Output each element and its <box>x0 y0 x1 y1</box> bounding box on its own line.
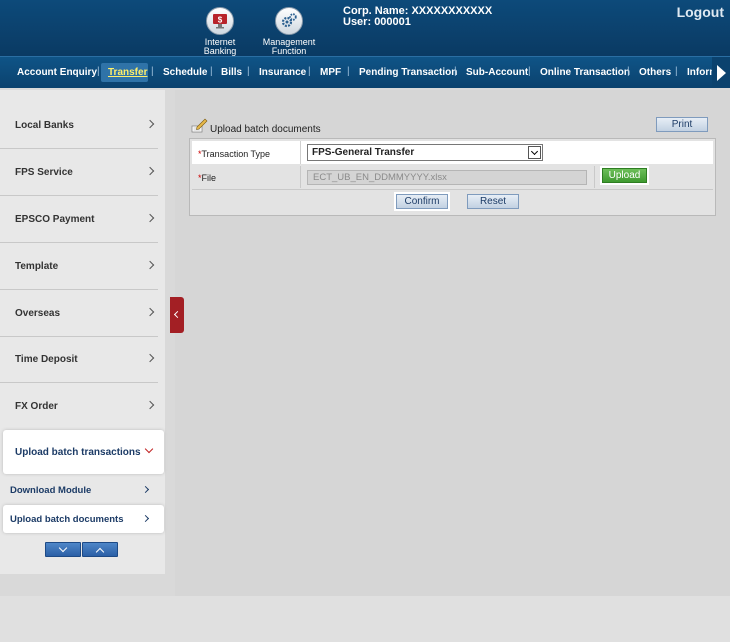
upload-form: *Transaction Type FPS-General Transfer *… <box>189 138 716 216</box>
row-divider <box>192 189 713 190</box>
scroll-down-button[interactable] <box>45 542 81 557</box>
chevron-up-icon <box>95 547 105 557</box>
chevron-right-icon <box>145 119 155 129</box>
sidebar-item-local-banks[interactable]: Local Banks <box>0 102 158 149</box>
sidebar-pager <box>45 542 119 557</box>
chevron-right-icon <box>145 353 155 363</box>
nav-insurance[interactable]: Insurance <box>259 67 306 78</box>
corp-value: XXXXXXXXXXX <box>411 5 493 17</box>
main-nav: Account Enquiry | Transfer | Schedule | … <box>0 56 730 88</box>
sidebar-subitem-upload-batch-documents[interactable]: Upload batch documents <box>3 505 164 533</box>
nav-separator: | <box>347 66 350 77</box>
sidebar-item-label: FX Order <box>15 401 58 412</box>
sidebar-item-label: Upload batch transactions <box>15 446 141 458</box>
upload-button[interactable]: Upload <box>602 168 647 183</box>
user-value: 000001 <box>374 16 411 28</box>
sidebar-item-template[interactable]: Template <box>0 243 158 290</box>
logout-link[interactable]: Logout <box>677 4 724 20</box>
chevron-down-icon <box>144 444 154 454</box>
chevron-right-icon <box>145 166 155 176</box>
nav-separator: | <box>247 66 250 77</box>
file-label: *File <box>198 173 216 183</box>
nav-separator: | <box>151 66 154 77</box>
user-info: Corp. Name: XXXXXXXXXXX User: 000001 <box>343 6 492 28</box>
file-input[interactable]: ECT_UB_EN_DDMMYYYY.xlsx <box>307 170 587 185</box>
sidebar-item-label: EPSCO Payment <box>15 213 95 225</box>
reset-button[interactable]: Reset <box>467 194 519 209</box>
confirm-button[interactable]: Confirm <box>396 194 448 209</box>
internet-banking-button[interactable]: $ Internet Banking <box>190 7 250 56</box>
monitor-dollar-icon: $ <box>206 7 234 35</box>
sidebar-collapse-tab[interactable] <box>170 297 184 333</box>
nav-online-transaction[interactable]: Online Transaction <box>540 67 630 78</box>
management-function-label-2: Function <box>271 46 307 56</box>
svg-text:$: $ <box>218 16 223 25</box>
transaction-type-value: FPS-General Transfer <box>312 147 415 158</box>
nav-separator: | <box>210 66 213 77</box>
print-button[interactable]: Print <box>656 117 708 132</box>
scroll-up-button[interactable] <box>82 542 118 557</box>
sidebar-item-time-deposit[interactable]: Time Deposit <box>0 336 158 383</box>
nav-separator: | <box>675 66 678 77</box>
nav-account-enquiry[interactable]: Account Enquiry <box>17 67 97 78</box>
management-function-button[interactable]: Management Function <box>259 7 319 56</box>
gears-icon <box>275 7 303 35</box>
sidebar-item-upload-batch-transactions[interactable]: Upload batch transactions <box>3 430 164 474</box>
nav-pending-transaction[interactable]: Pending Transaction <box>359 67 457 78</box>
chevron-right-icon <box>145 400 155 410</box>
nav-sub-account[interactable]: Sub-Account <box>466 67 528 78</box>
chevron-right-icon <box>145 307 155 317</box>
arrow-right-icon <box>717 65 726 81</box>
field-divider <box>300 141 301 164</box>
sidebar-item-label: Overseas <box>15 307 61 319</box>
top-header: $ Internet Banking Management Function C… <box>0 0 730 56</box>
nav-separator: | <box>97 66 100 77</box>
main-content: Upload batch documents Print *Transactio… <box>175 90 730 596</box>
sidebar-subitem-label: Download Module <box>10 484 92 496</box>
nav-others[interactable]: Others <box>639 67 671 78</box>
sidebar-item-label: FPS Service <box>15 166 73 178</box>
page-title: Upload batch documents <box>210 124 321 135</box>
field-divider <box>300 166 301 188</box>
nav-scroll-right[interactable] <box>712 57 730 88</box>
chevron-down-icon <box>58 543 68 553</box>
page-footer-area <box>0 596 730 642</box>
nav-transfer[interactable]: Transfer <box>108 67 147 78</box>
sidebar-item-label: Template <box>15 260 59 272</box>
sidebar-item-overseas[interactable]: Overseas <box>0 290 158 337</box>
chevron-right-icon <box>145 260 155 270</box>
chevron-left-icon <box>173 310 182 319</box>
nav-separator: | <box>454 66 457 77</box>
chevron-down-icon <box>528 146 541 159</box>
chevron-right-icon <box>141 485 150 494</box>
sidebar-item-fx-order[interactable]: FX Order <box>0 383 158 430</box>
chevron-right-icon <box>145 213 155 223</box>
sidebar-item-epsco-payment[interactable]: EPSCO Payment <box>0 196 158 243</box>
user-label: User: <box>343 16 372 28</box>
sidebar-subitem-download-module[interactable]: Download Module <box>3 476 164 504</box>
nav-separator: | <box>308 66 311 77</box>
transaction-type-select[interactable]: FPS-General Transfer <box>307 144 543 161</box>
transaction-type-label: *Transaction Type <box>198 149 270 159</box>
nav-separator: | <box>627 66 630 77</box>
internet-banking-label-2: Banking <box>203 46 237 56</box>
transaction-type-row: *Transaction Type FPS-General Transfer <box>192 141 713 164</box>
nav-schedule[interactable]: Schedule <box>163 67 207 78</box>
pencil-icon <box>191 118 208 133</box>
sidebar-item-label: Local Banks <box>15 119 74 131</box>
nav-bills[interactable]: Bills <box>221 67 242 78</box>
transaction-type-label-text: Transaction Type <box>201 149 271 159</box>
nav-mpf[interactable]: MPF <box>320 67 341 78</box>
sidebar-subitem-label: Upload batch documents <box>10 513 124 525</box>
sidebar: Local Banks FPS Service EPSCO Payment Te… <box>0 90 165 574</box>
sidebar-item-label: Time Deposit <box>15 353 78 365</box>
chevron-right-icon <box>141 514 150 523</box>
field-divider <box>594 166 595 188</box>
sidebar-item-fps-service[interactable]: FPS Service <box>0 149 158 196</box>
nav-separator: | <box>528 66 531 77</box>
file-label-text: File <box>201 173 217 183</box>
